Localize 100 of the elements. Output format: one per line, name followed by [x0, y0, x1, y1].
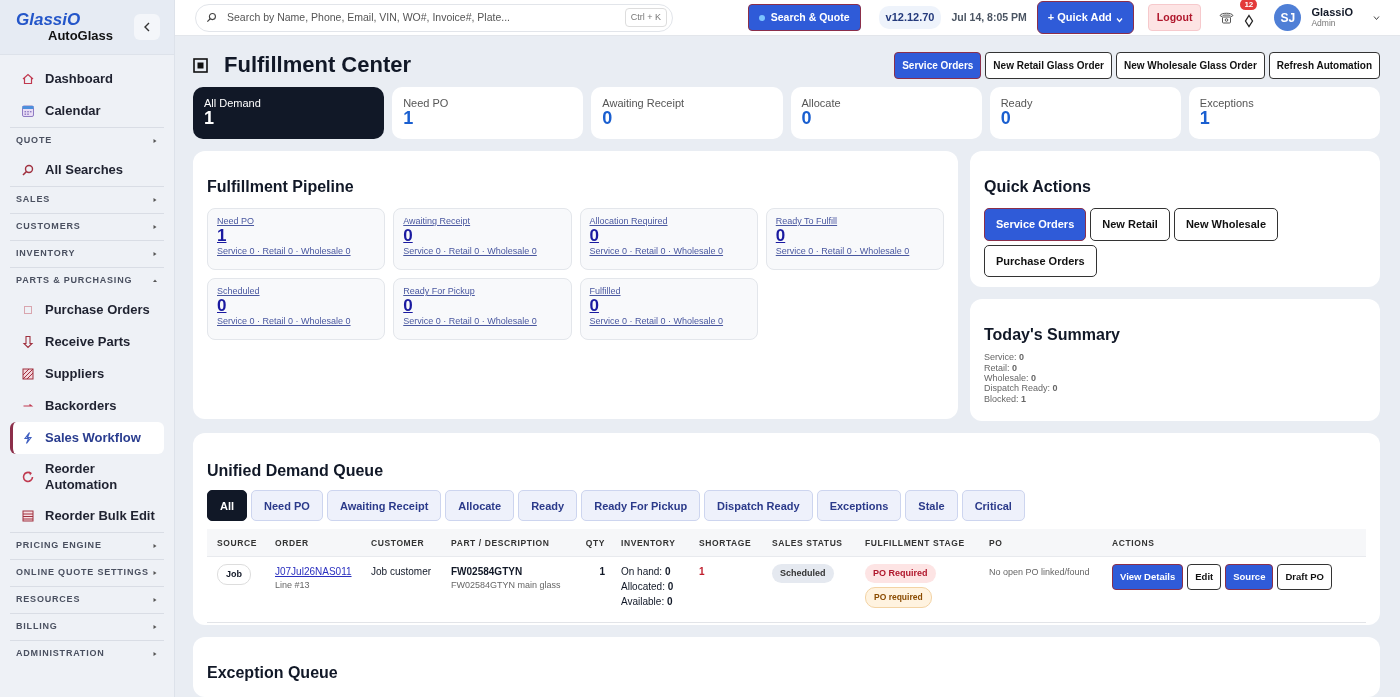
filter-tab[interactable]: Ready For Pickup [581, 490, 701, 522]
stage-tag: PO Required [865, 563, 936, 584]
action-button[interactable]: Edit [1187, 563, 1222, 591]
stage-breakdown[interactable]: Service 0 · Retail 0 · Wholesale 0 [403, 246, 562, 258]
filter-tab[interactable]: Critical [961, 490, 1025, 522]
stat-label: Ready [1000, 97, 1034, 110]
part-description: FW02584GTYN main glass [451, 578, 562, 592]
caret-icon[interactable] [1373, 14, 1380, 21]
stage-breakdown[interactable]: Service 0 · Retail 0 · Wholesale 0 [775, 246, 934, 258]
sidebar-item[interactable]: Receive Parts [10, 326, 164, 358]
stat-card[interactable]: All Demand 1 [193, 87, 385, 139]
stage-link[interactable]: Awaiting Receipt [403, 216, 562, 227]
action-button[interactable]: Draft PO [1277, 563, 1332, 591]
stat-card[interactable]: Need PO 1 [392, 87, 584, 139]
search-icon [206, 12, 217, 23]
user-avatar[interactable]: SJ [1274, 4, 1302, 31]
search-icon [21, 163, 35, 177]
stat-card[interactable]: Ready 0 [989, 87, 1181, 139]
sidebar-section[interactable]: SALES [10, 186, 164, 213]
stage-breakdown[interactable]: Service 0 · Retail 0 · Wholesale 0 [589, 246, 748, 258]
sidebar-section[interactable]: BILLING [10, 613, 164, 640]
phone-icon[interactable] [1219, 11, 1235, 24]
quantity-text: 1 [599, 565, 605, 577]
logout-button[interactable]: Logout [1147, 3, 1202, 32]
sidebar-section[interactable]: ADMINISTRATION [10, 640, 164, 667]
action-button[interactable]: Source [1225, 563, 1274, 591]
sidebar-item[interactable]: Dashboard [10, 63, 164, 95]
stat-card[interactable]: Exceptions 1 [1188, 87, 1380, 139]
search-quote-button[interactable]: Search & Quote [747, 3, 861, 32]
stage-count[interactable]: 0 [589, 227, 599, 246]
stat-card[interactable]: Awaiting Receipt 0 [591, 87, 783, 139]
filter-tab[interactable]: Allocate [445, 490, 515, 522]
header-button[interactable]: Refresh Automation [1268, 52, 1380, 79]
sidebar-item[interactable]: Purchase Orders [10, 294, 164, 326]
stat-value: 1 [204, 109, 215, 129]
stage-breakdown[interactable]: Service 0 · Retail 0 · Wholesale 0 [217, 316, 376, 328]
quick-action-button[interactable]: Purchase Orders [984, 244, 1097, 278]
calendar-icon [21, 104, 35, 118]
quick-action-button[interactable]: New Retail [1090, 208, 1170, 241]
stage-link[interactable]: Fulfilled [589, 286, 748, 297]
stage-link[interactable]: Need PO [217, 216, 376, 227]
diamond-icon[interactable] [1244, 14, 1255, 29]
quick-action-button[interactable]: New Wholesale [1173, 208, 1278, 241]
filter-tab[interactable]: Need PO [251, 490, 323, 522]
filter-tab[interactable]: Awaiting Receipt [326, 490, 442, 522]
stage-breakdown[interactable]: Service 0 · Retail 0 · Wholesale 0 [217, 246, 376, 258]
filter-tab[interactable]: Stale [905, 490, 958, 522]
sidebar-item[interactable]: Backorders [10, 390, 164, 422]
panel-title: Quick Actions [984, 177, 1092, 197]
sidebar-section[interactable]: ONLINE QUOTE SETTINGS [10, 559, 164, 586]
stage-link[interactable]: Ready To Fulfill [775, 216, 934, 227]
version-badge: v12.12.70 [878, 6, 942, 29]
stage-count[interactable]: 0 [589, 297, 599, 316]
stage-count[interactable]: 0 [403, 227, 413, 246]
stat-value: 0 [801, 109, 813, 129]
filter-tab[interactable]: All [207, 490, 248, 522]
stage-link[interactable]: Scheduled [217, 286, 376, 297]
sidebar-section[interactable]: PARTS & PURCHASING [10, 267, 164, 294]
sidebar-item[interactable]: Reorder Automation [10, 454, 164, 500]
stat-value: 0 [602, 109, 613, 129]
sidebar-section[interactable]: QUOTE [10, 127, 164, 154]
stage-count[interactable]: 0 [775, 227, 786, 246]
sidebar-section[interactable]: INVENTORY [10, 240, 164, 267]
header-button[interactable]: New Wholesale Glass Order [1115, 52, 1265, 79]
sidebar-section[interactable]: RESOURCES [10, 586, 164, 613]
sidebar-item[interactable]: Suppliers [10, 358, 164, 390]
action-button[interactable]: View Details [1112, 563, 1184, 591]
stage-link[interactable]: Ready For Pickup [403, 286, 562, 297]
stat-label: Need PO [403, 97, 450, 110]
column-header: CUSTOMER [361, 529, 441, 557]
sidebar-item[interactable]: Sales Workflow [10, 422, 164, 454]
source-tag: Job [217, 563, 251, 586]
sidebar-section[interactable]: PRICING ENGINE [10, 532, 164, 559]
column-header: PART / DESCRIPTION [441, 529, 573, 557]
stage-count[interactable]: 0 [403, 297, 413, 316]
quick-add-button[interactable]: + Quick Add [1036, 1, 1134, 34]
stage-link[interactable]: Allocation Required [589, 216, 748, 227]
stage-breakdown[interactable]: Service 0 · Retail 0 · Wholesale 0 [589, 316, 748, 328]
header-button[interactable]: New Retail Glass Order [985, 52, 1112, 79]
stage-count[interactable]: 0 [217, 297, 227, 316]
filter-tab[interactable]: Ready [518, 490, 578, 522]
sidebar-item[interactable]: All Searches [10, 154, 164, 186]
order-link[interactable]: J07Jul26NAS011 [275, 563, 355, 579]
stage-count[interactable]: 1 [217, 227, 227, 246]
quick-action-button[interactable]: Service Orders [984, 208, 1087, 241]
panel-title: Unified Demand Queue [207, 461, 385, 481]
sidebar-section[interactable]: CUSTOMERS [10, 213, 164, 240]
header-button[interactable]: Service Orders [894, 52, 982, 79]
stage-breakdown[interactable]: Service 0 · Retail 0 · Wholesale 0 [403, 316, 562, 328]
sidebar-item[interactable]: Reorder Bulk Edit [10, 500, 164, 532]
filter-tab[interactable]: Dispatch Ready [704, 490, 813, 522]
stat-card[interactable]: Allocate 0 [790, 87, 982, 139]
date-time: Jul 14, 8:05 PM [951, 9, 1027, 25]
stat-value: 0 [1000, 109, 1011, 129]
sidebar-item[interactable]: Calendar [10, 95, 164, 127]
column-header: FULFILLMENT STAGE [855, 529, 979, 557]
brand-subtitle: AutoGlass [47, 27, 113, 44]
notification-badge: 12 [1240, 0, 1258, 11]
filter-tab[interactable]: Exceptions [816, 490, 902, 522]
collapse-button[interactable] [134, 14, 160, 40]
